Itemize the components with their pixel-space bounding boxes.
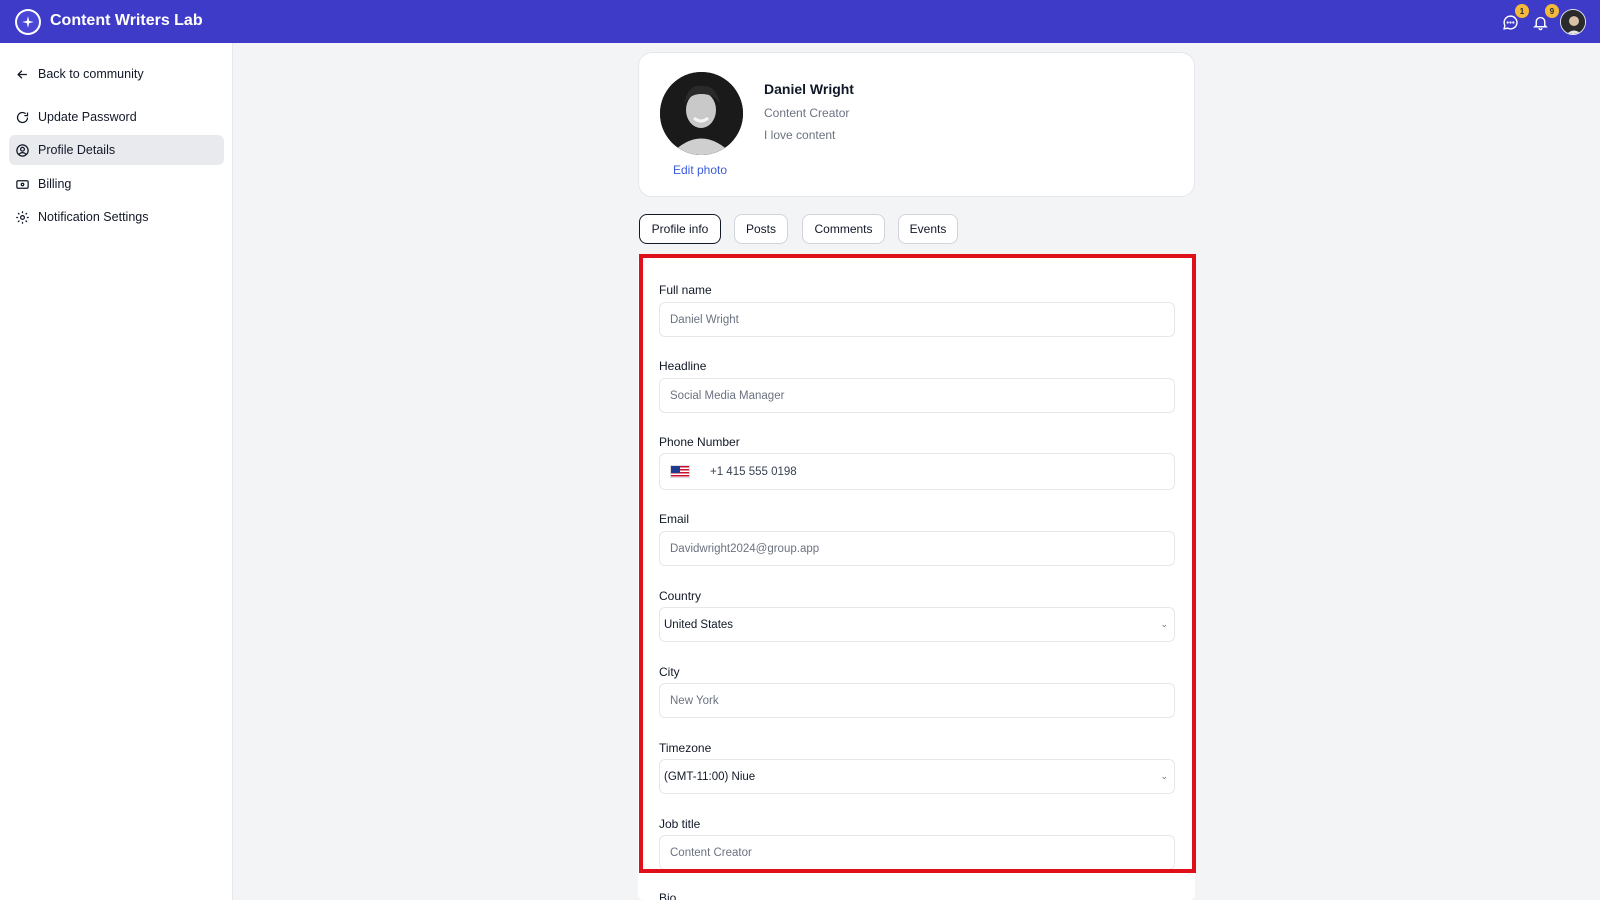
app-logo[interactable] xyxy=(15,9,41,35)
country-select[interactable]: United States ⌄ xyxy=(659,607,1175,642)
bio-label: Bio xyxy=(659,891,677,900)
user-avatar[interactable] xyxy=(1560,9,1586,35)
app-title: Content Writers Lab xyxy=(50,12,203,29)
job-title-label: Job title xyxy=(659,817,701,831)
sidebar-item-label: Notification Settings xyxy=(38,210,149,224)
top-bar: Content Writers Lab 1 9 xyxy=(0,0,1600,43)
sidebar-item-label: Billing xyxy=(38,177,72,191)
headline-input[interactable]: Social Media Manager xyxy=(659,378,1175,413)
edit-photo-link[interactable]: Edit photo xyxy=(673,163,727,177)
arrow-left-icon xyxy=(17,69,27,79)
email-value: Davidwright2024@group.app xyxy=(670,542,820,555)
profile-photo-icon xyxy=(660,72,743,155)
full-name-input[interactable]: Daniel Wright xyxy=(659,302,1175,337)
tab-events[interactable]: Events xyxy=(898,214,958,244)
chevron-down-icon: ⌄ xyxy=(1160,771,1168,781)
sidebar: Back to community Update Password Profil… xyxy=(0,43,233,900)
tab-posts[interactable]: Posts xyxy=(734,214,788,244)
tab-comments[interactable]: Comments xyxy=(802,214,885,244)
country-value: United States xyxy=(664,618,734,631)
avatar-person-icon xyxy=(1561,10,1585,34)
profile-card: Edit photo Daniel Wright Content Creator… xyxy=(638,52,1195,197)
card-icon xyxy=(16,179,29,189)
us-flag-icon[interactable] xyxy=(670,465,690,478)
profile-name: Daniel Wright xyxy=(764,81,854,97)
headline-label: Headline xyxy=(659,359,707,373)
headline-value: Social Media Manager xyxy=(670,389,785,402)
country-label: Country xyxy=(659,589,702,603)
sidebar-item-back-to-community[interactable]: Back to community xyxy=(9,59,224,89)
sidebar-item-profile-details[interactable]: Profile Details xyxy=(9,135,224,165)
notifications-button[interactable]: 9 xyxy=(1530,4,1559,32)
chat-badge: 1 xyxy=(1515,4,1529,18)
bell-badge: 9 xyxy=(1545,4,1559,18)
job-title-value: Content Creator xyxy=(670,846,752,859)
full-name-value: Daniel Wright xyxy=(670,313,739,326)
sidebar-item-label: Update Password xyxy=(38,110,137,124)
city-label: City xyxy=(659,665,680,679)
sidebar-item-update-password[interactable]: Update Password xyxy=(9,102,224,132)
profile-form xyxy=(638,255,1195,900)
phone-label: Phone Number xyxy=(659,435,740,449)
sparkle-icon xyxy=(22,16,34,28)
chevron-down-icon: ⌄ xyxy=(1160,619,1168,629)
sidebar-item-label: Back to community xyxy=(38,67,144,81)
timezone-select[interactable]: (GMT-11:00) Niue ⌄ xyxy=(659,759,1175,794)
chat-button[interactable]: 1 xyxy=(1500,4,1529,32)
city-input[interactable]: New York xyxy=(659,683,1175,718)
city-value: New York xyxy=(670,694,719,707)
email-input[interactable]: Davidwright2024@group.app xyxy=(659,531,1175,566)
profile-avatar[interactable] xyxy=(660,72,743,155)
phone-input[interactable]: +1 415 555 0198 xyxy=(659,453,1175,490)
refresh-icon xyxy=(16,111,29,123)
timezone-value: (GMT-11:00) Niue xyxy=(664,770,756,783)
timezone-label: Timezone xyxy=(659,741,712,755)
chat-icon xyxy=(1502,14,1518,30)
email-label: Email xyxy=(659,512,690,526)
job-title-input[interactable]: Content Creator xyxy=(659,835,1175,870)
profile-bio: I love content xyxy=(764,128,836,142)
gear-icon xyxy=(16,210,29,224)
tab-profile-info[interactable]: Profile info xyxy=(639,214,721,244)
profile-role: Content Creator xyxy=(764,106,850,120)
bell-icon xyxy=(1532,16,1548,30)
full-name-label: Full name xyxy=(659,283,712,297)
phone-value: +1 415 555 0198 xyxy=(710,465,797,478)
sidebar-item-label: Profile Details xyxy=(38,143,116,157)
user-circle-icon xyxy=(16,143,29,157)
sidebar-item-notification-settings[interactable]: Notification Settings xyxy=(9,202,224,232)
sidebar-item-billing[interactable]: Billing xyxy=(9,169,224,199)
